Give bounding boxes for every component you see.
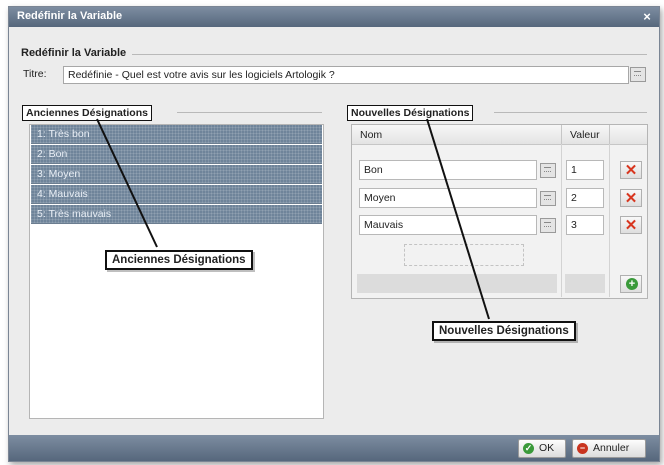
cancel-label: Annuler [593,442,630,454]
nouvelles-callout: Nouvelles Désignations [432,321,576,341]
anciennes-arrow-line [96,118,158,248]
anciennes-callout: Anciennes Désignations [105,250,253,270]
ok-label: OK [539,442,555,454]
dialog-window: Redéfinir la Variable × Redéfinir la Var… [8,6,660,462]
cancel-icon: − [577,443,588,454]
annotation-arrows [96,118,490,320]
ok-check-icon: ✓ [523,443,534,454]
ok-button[interactable]: ✓ OK [518,439,566,458]
cancel-button[interactable]: − Annuler [572,439,646,458]
nouvelles-arrow-line [426,118,490,320]
dialog-footer: ✓ OK − Annuler [9,435,659,461]
